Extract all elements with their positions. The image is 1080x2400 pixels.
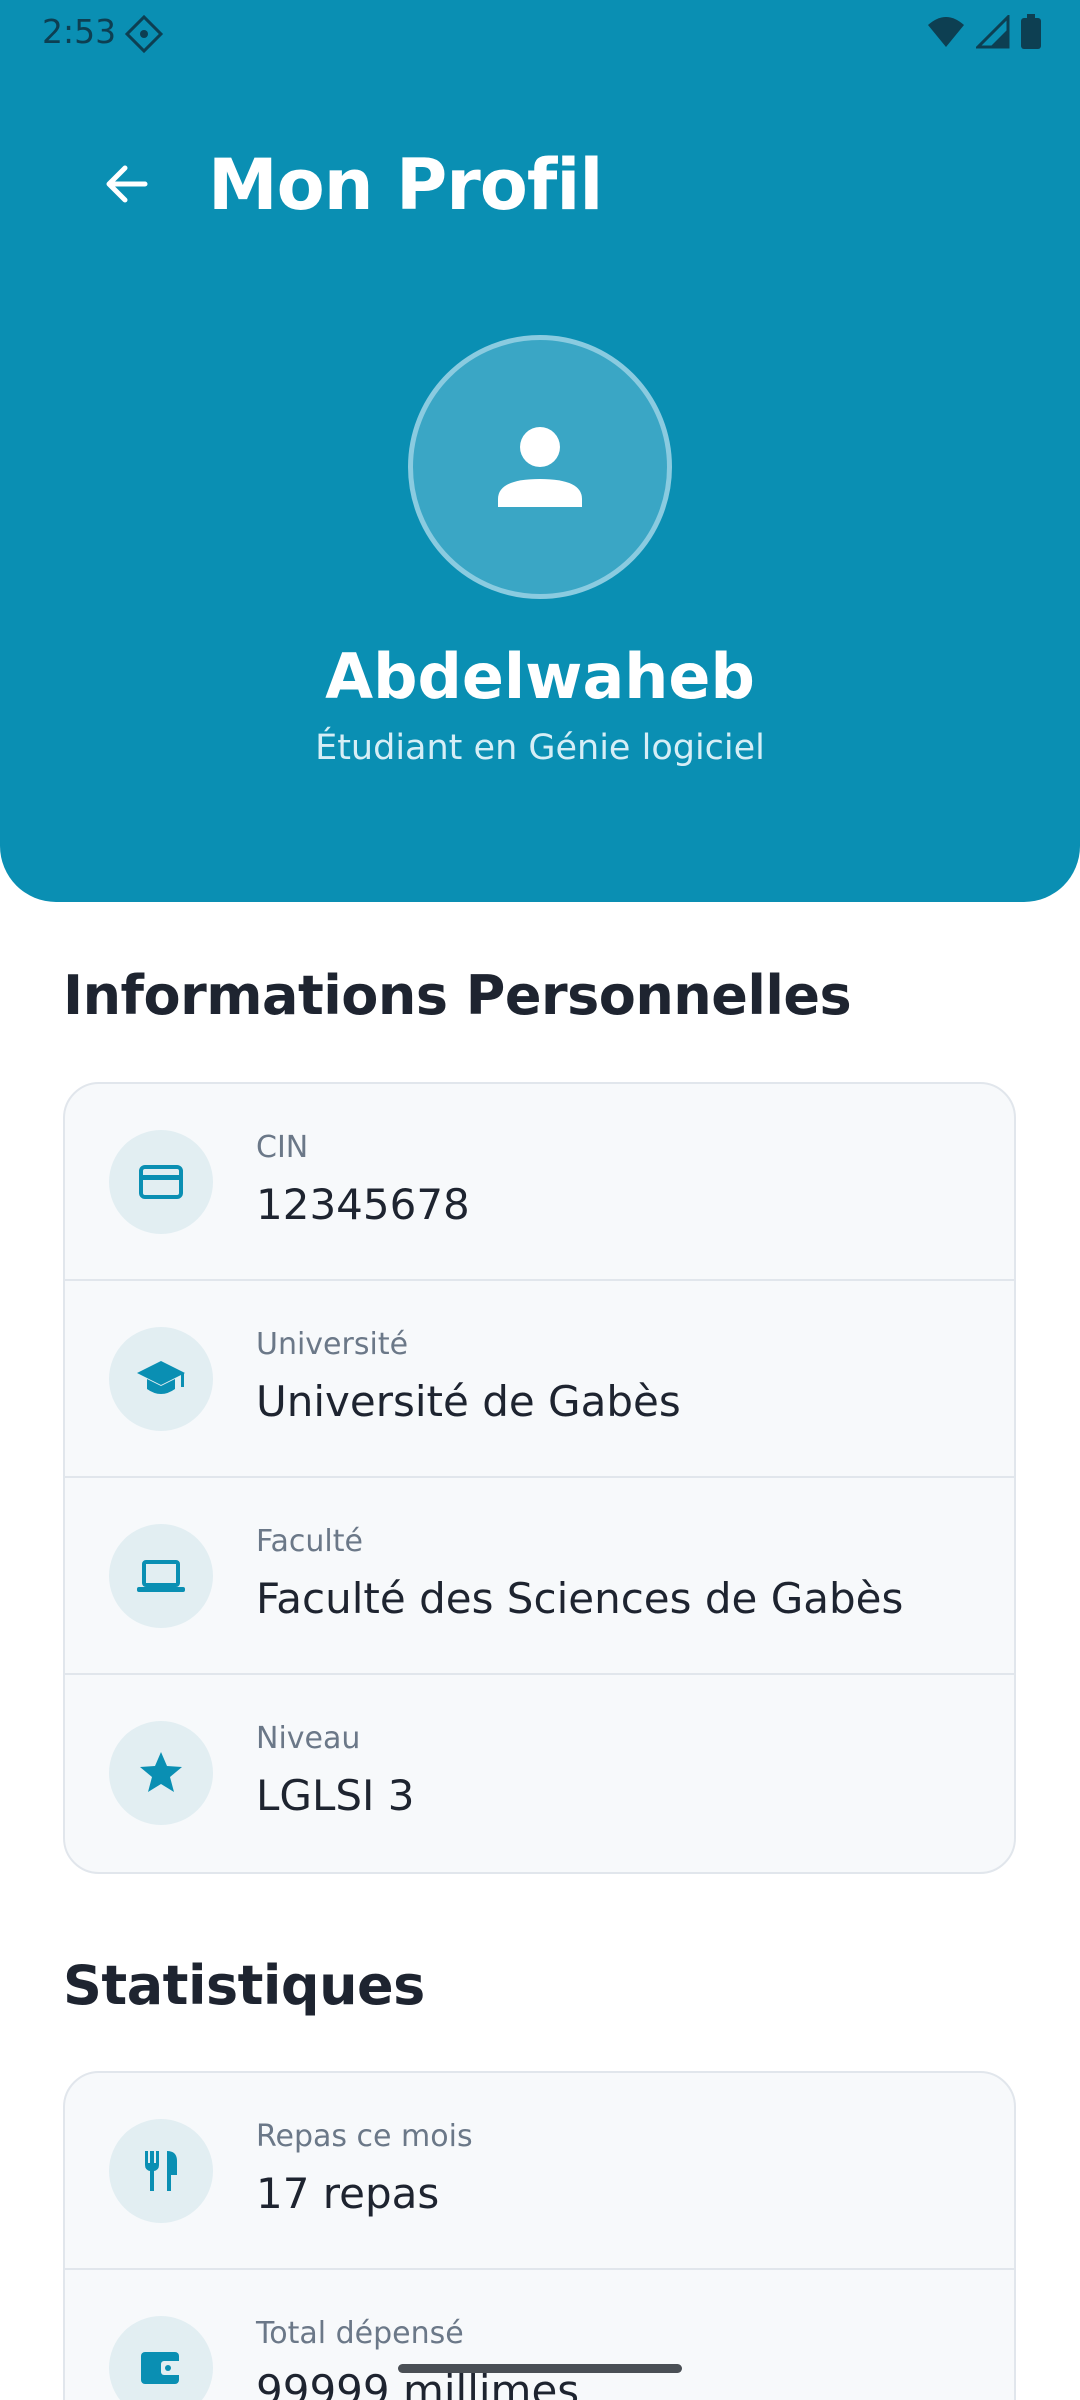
info-label: Université xyxy=(256,1327,409,1362)
info-value: LGLSI 3 xyxy=(256,1771,415,1820)
battery-icon xyxy=(1020,14,1042,54)
info-value: Faculté des Sciences de Gabès xyxy=(256,1574,904,1623)
page-title: Mon Profil xyxy=(208,144,603,226)
laptop-icon xyxy=(109,1524,213,1628)
stat-row-meals: Repas ce mois 17 repas xyxy=(65,2073,1014,2270)
stats-card: Repas ce mois 17 repas Total dépensé 999… xyxy=(63,2071,1016,2400)
back-arrow-icon xyxy=(101,159,151,213)
stat-row-total: Total dépensé 99999 millimes xyxy=(65,2270,1014,2400)
info-row-faculte: Faculté Faculté des Sciences de Gabès xyxy=(65,1478,1014,1675)
status-icons xyxy=(926,13,1042,54)
info-row-cin: CIN 12345678 xyxy=(65,1084,1014,1281)
status-time: 2:53 xyxy=(42,12,117,51)
restaurant-icon xyxy=(109,2119,213,2223)
info-value: Université de Gabès xyxy=(256,1377,681,1426)
stats-title: Statistiques xyxy=(63,1954,425,2017)
personal-info-title: Informations Personnelles xyxy=(63,964,852,1027)
gesture-nav-handle[interactable] xyxy=(398,2364,682,2373)
wifi-icon xyxy=(926,15,966,53)
status-app-icon xyxy=(124,14,164,54)
wallet-icon xyxy=(109,2316,213,2400)
star-icon xyxy=(109,1721,213,1825)
person-icon xyxy=(492,417,588,517)
user-role: Étudiant en Génie logiciel xyxy=(315,728,765,768)
info-label: CIN xyxy=(256,1130,309,1165)
stat-label: Repas ce mois xyxy=(256,2119,473,2154)
avatar xyxy=(408,335,672,599)
info-row-universite: Université Université de Gabès xyxy=(65,1281,1014,1478)
info-label: Faculté xyxy=(256,1524,363,1559)
school-icon xyxy=(109,1327,213,1431)
signal-icon xyxy=(974,13,1010,53)
back-button[interactable] xyxy=(90,150,162,222)
id-card-icon xyxy=(109,1130,213,1234)
personal-info-card: CIN 12345678 Université Université de Ga… xyxy=(63,1082,1016,1874)
stat-label: Total dépensé xyxy=(256,2316,464,2351)
info-value: 12345678 xyxy=(256,1180,470,1229)
info-label: Niveau xyxy=(256,1721,361,1756)
info-row-niveau: Niveau LGLSI 3 xyxy=(65,1675,1014,1872)
stat-value: 17 repas xyxy=(256,2169,440,2218)
profile-header: 2:53 Mon Profil Abdelwaheb Étudiant en G… xyxy=(0,0,1080,902)
user-name: Abdelwaheb xyxy=(325,640,755,713)
